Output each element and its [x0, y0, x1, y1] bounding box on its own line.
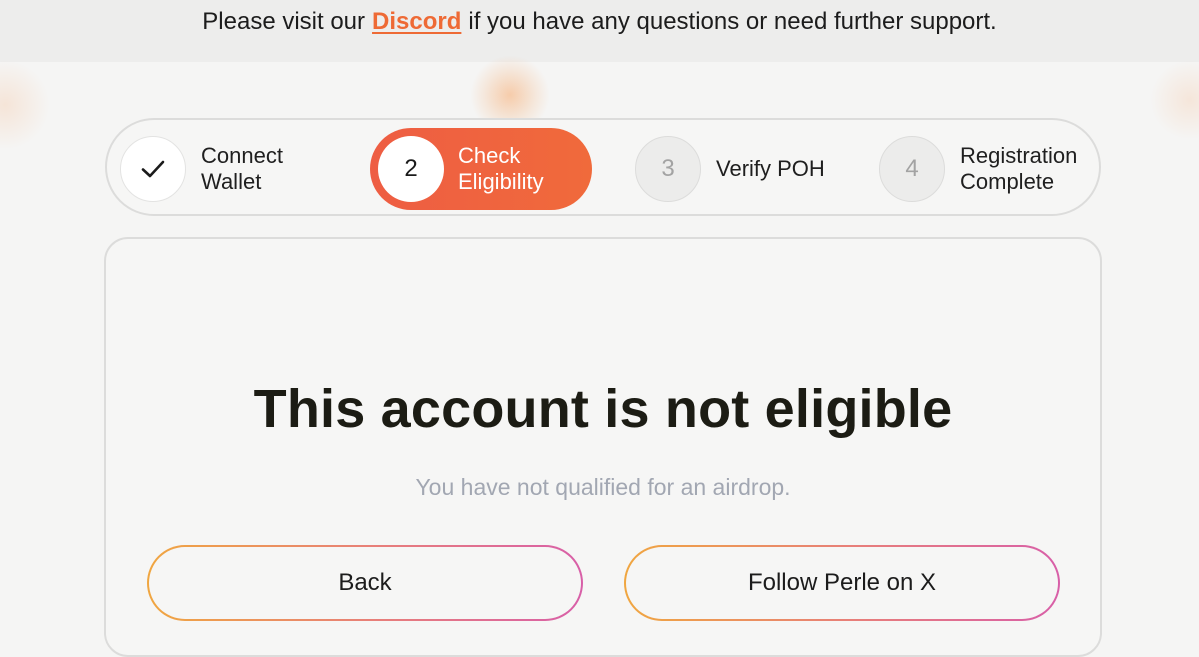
checkmark-icon	[141, 160, 165, 178]
step-2-label-line2: Eligibility	[458, 169, 544, 194]
step-1-label: Connect Wallet	[201, 143, 283, 195]
support-banner: Please visit our Discord if you have any…	[0, 0, 1199, 62]
result-message: You have not qualified for an airdrop.	[415, 474, 791, 500]
decorative-glow	[0, 60, 50, 150]
banner-suffix-text: if you have any questions or need furthe…	[468, 8, 997, 35]
step-4-label-line2: Complete	[960, 169, 1055, 194]
step-2-label: Check Eligibility	[458, 143, 544, 195]
discord-link[interactable]: Discord	[372, 8, 461, 36]
step-3-label: Verify POH	[716, 156, 825, 182]
step-4-number: 4	[879, 136, 945, 202]
step-1-label-line1: Connect	[201, 143, 283, 168]
back-button[interactable]: Back	[147, 545, 583, 621]
step-2-number: 2	[378, 136, 444, 202]
step-4-label: Registration Complete	[960, 143, 1077, 195]
follow-perle-on-x-button[interactable]: Follow Perle on X	[624, 545, 1060, 621]
step-connect-wallet: Connect Wallet	[120, 128, 283, 210]
step-verify-poh: 3 Verify POH	[635, 128, 825, 210]
step-check-eligibility: 2 Check Eligibility	[370, 128, 592, 210]
step-4-label-line1: Registration	[960, 143, 1078, 168]
decorative-glow	[1150, 60, 1199, 140]
step-3-number: 3	[635, 136, 701, 202]
banner-prefix-text: Please visit our	[202, 8, 366, 35]
step-3-label-line1: Verify POH	[716, 156, 825, 181]
step-registration-complete: 4 Registration Complete	[879, 128, 1077, 210]
step-1-circle	[120, 136, 186, 202]
eligibility-result-card: This account is not eligible You have no…	[104, 237, 1102, 657]
step-2-label-line1: Check	[458, 143, 521, 168]
result-title: This account is not eligible	[253, 379, 953, 439]
step-1-label-line2: Wallet	[201, 169, 262, 194]
registration-stepper: Connect Wallet 2 Check Eligibility 3 Ver…	[105, 118, 1101, 216]
